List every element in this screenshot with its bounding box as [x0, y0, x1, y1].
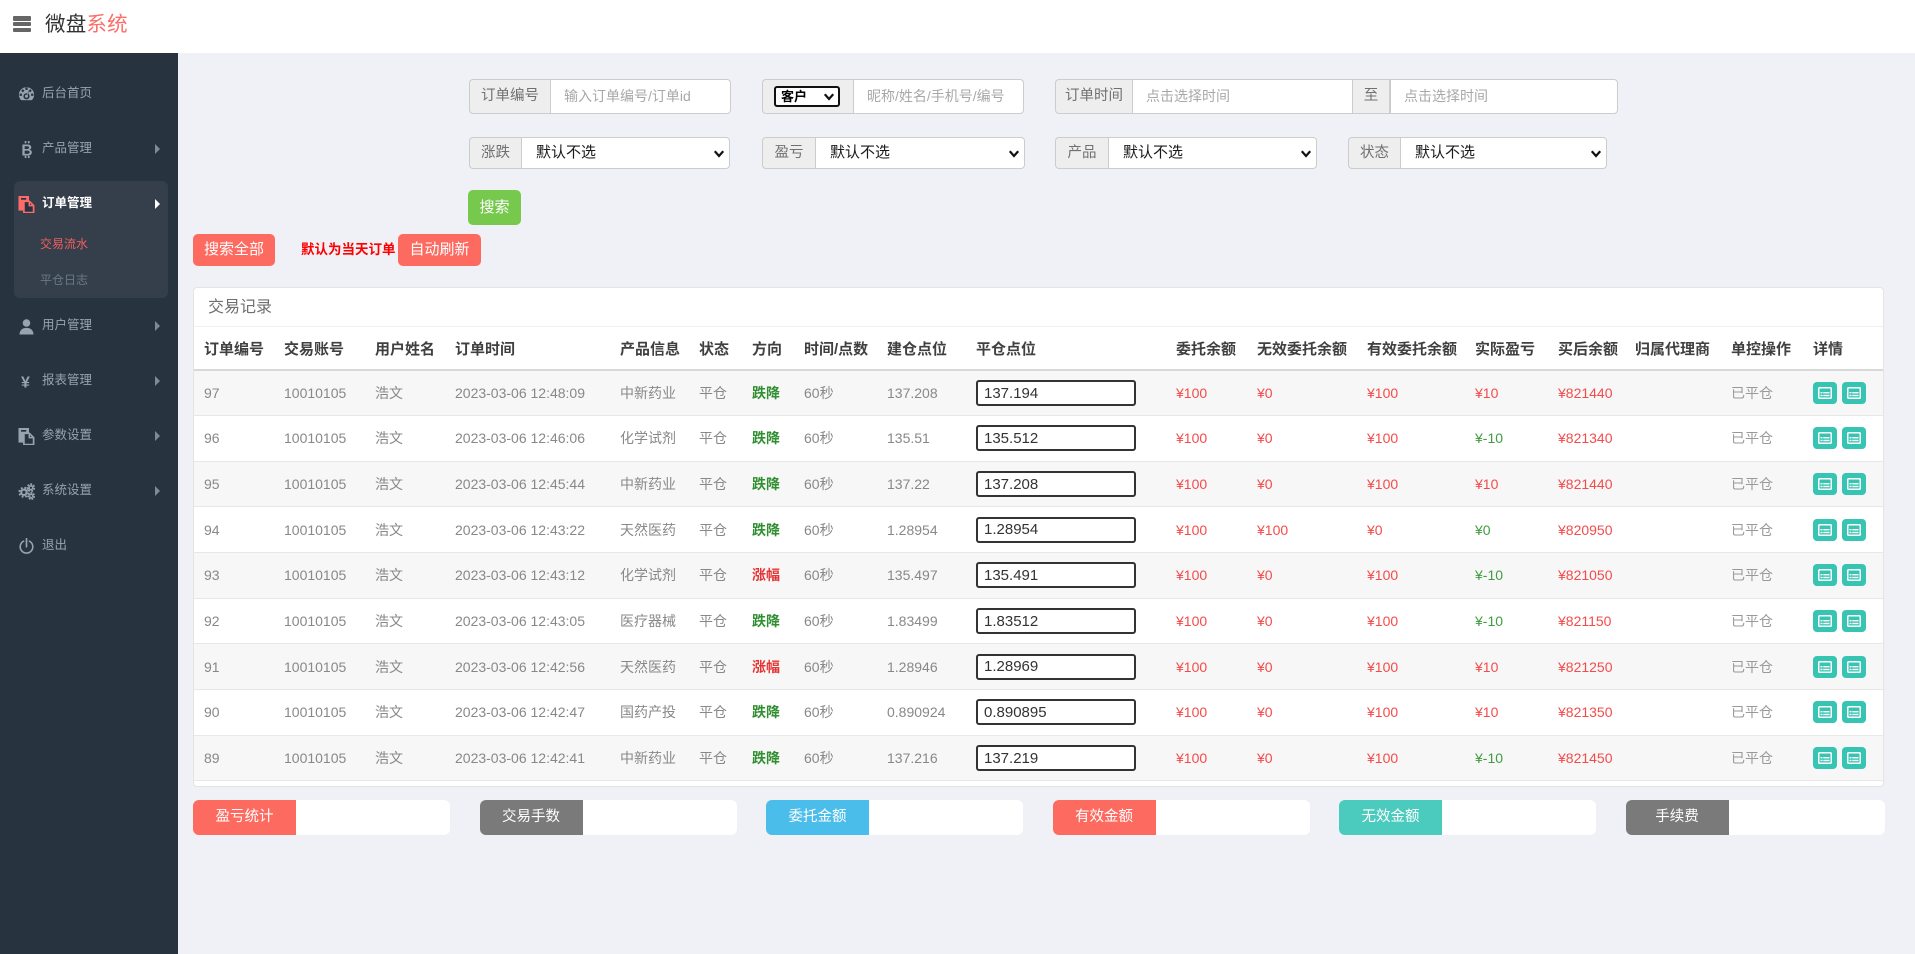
svg-text:¥: ¥ [21, 374, 30, 390]
svg-text:B: B [21, 142, 32, 158]
